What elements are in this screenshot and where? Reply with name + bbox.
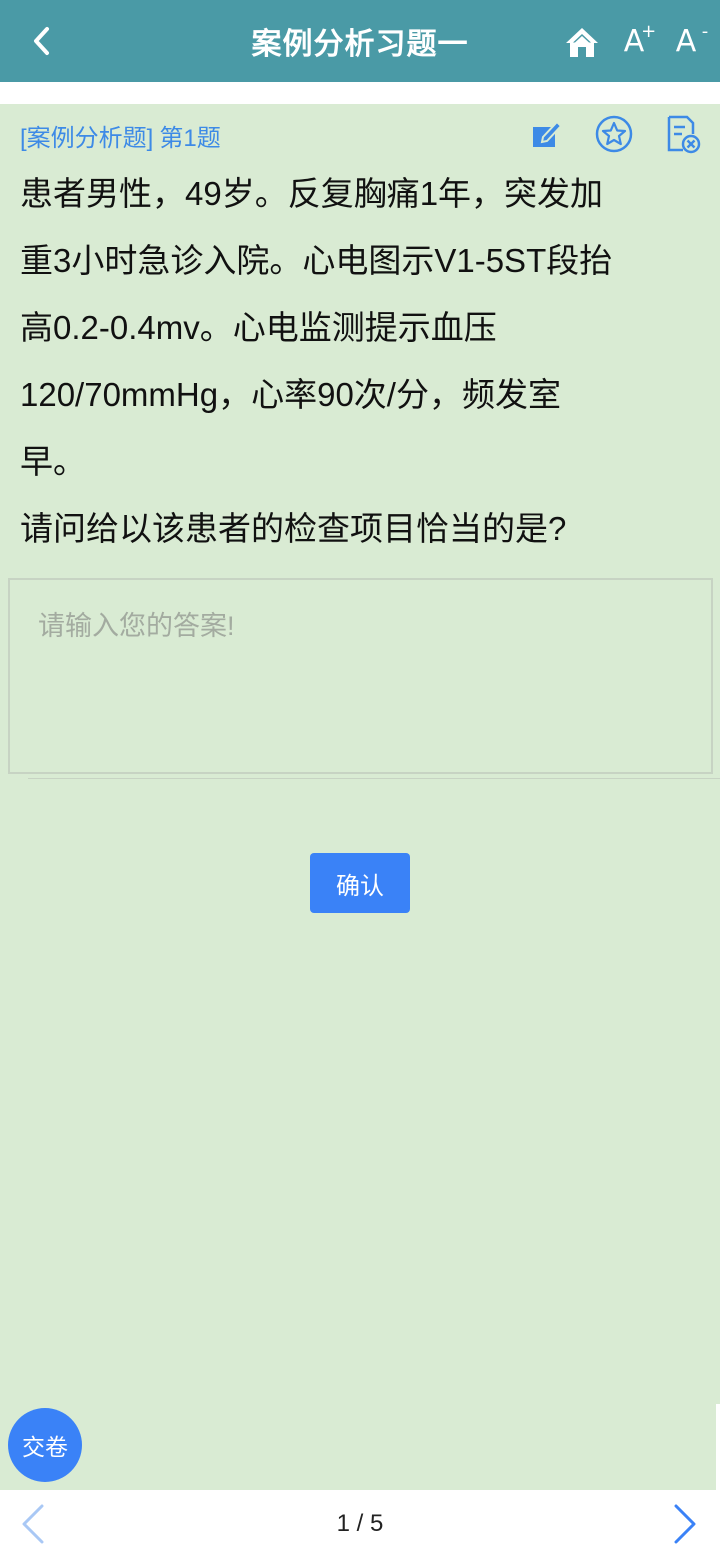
confirm-button[interactable]: 确认: [310, 853, 410, 913]
clear-answer-button[interactable]: [660, 112, 704, 156]
question-line: 高0.2-0.4mv。心电监测提示血压: [20, 309, 497, 346]
chevron-right-icon: [674, 1504, 696, 1544]
font-decrease-icon: A-: [675, 21, 709, 59]
scroll-edge: [716, 1404, 720, 1490]
header-gap: [0, 82, 720, 104]
chevron-left-icon: [34, 27, 49, 55]
font-decrease-button[interactable]: A-: [664, 18, 709, 66]
edit-icon: [533, 120, 563, 147]
app-root: 案例分析习题一 A + A- [案例分析题] 第1题 患者男性，49岁。反复胸痛…: [0, 0, 720, 1558]
question-line: 患者男性，49岁。反复胸痛1年，突发加: [20, 175, 604, 212]
font-increase-button[interactable]: A +: [612, 18, 657, 66]
answer-input[interactable]: [8, 578, 713, 774]
next-question-button[interactable]: [664, 1502, 704, 1546]
clear-doc-icon: [667, 115, 701, 154]
bottom-nav: 1 / 5: [0, 1490, 720, 1558]
question-card: [案例分析题] 第1题 患者男性，49岁。反复胸痛1年，突发加 重3小时急诊入院…: [0, 104, 720, 1490]
question-line: 120/70mmHg，心率90次/分，频发室: [20, 376, 561, 413]
divider: [28, 778, 720, 779]
star-icon: [595, 115, 633, 153]
back-button[interactable]: [18, 16, 66, 66]
question-header: [案例分析题] 第1题: [20, 118, 221, 153]
home-icon: [566, 28, 598, 57]
question-number-label: 第1题: [159, 125, 221, 152]
edit-button[interactable]: [524, 112, 568, 156]
home-button[interactable]: [560, 20, 604, 64]
top-bar: 案例分析习题一 A + A-: [0, 0, 720, 82]
favorite-button[interactable]: [592, 112, 636, 156]
submit-exam-button[interactable]: 交卷: [8, 1408, 82, 1482]
question-line: 早。: [20, 443, 86, 480]
question-line: 重3小时急诊入院。心电图示V1-5ST段抬: [20, 242, 613, 279]
question-type-label: [案例分析题]: [20, 125, 154, 152]
font-increase-icon: A +: [623, 21, 657, 59]
question-prompt: 请问给以该患者的检查项目恰当的是?: [20, 510, 567, 547]
question-text: 患者男性，49岁。反复胸痛1年，突发加 重3小时急诊入院。心电图示V1-5ST段…: [20, 160, 690, 562]
page-title: 案例分析习题一: [251, 28, 469, 61]
page-indicator: 1 / 5: [336, 1510, 384, 1537]
